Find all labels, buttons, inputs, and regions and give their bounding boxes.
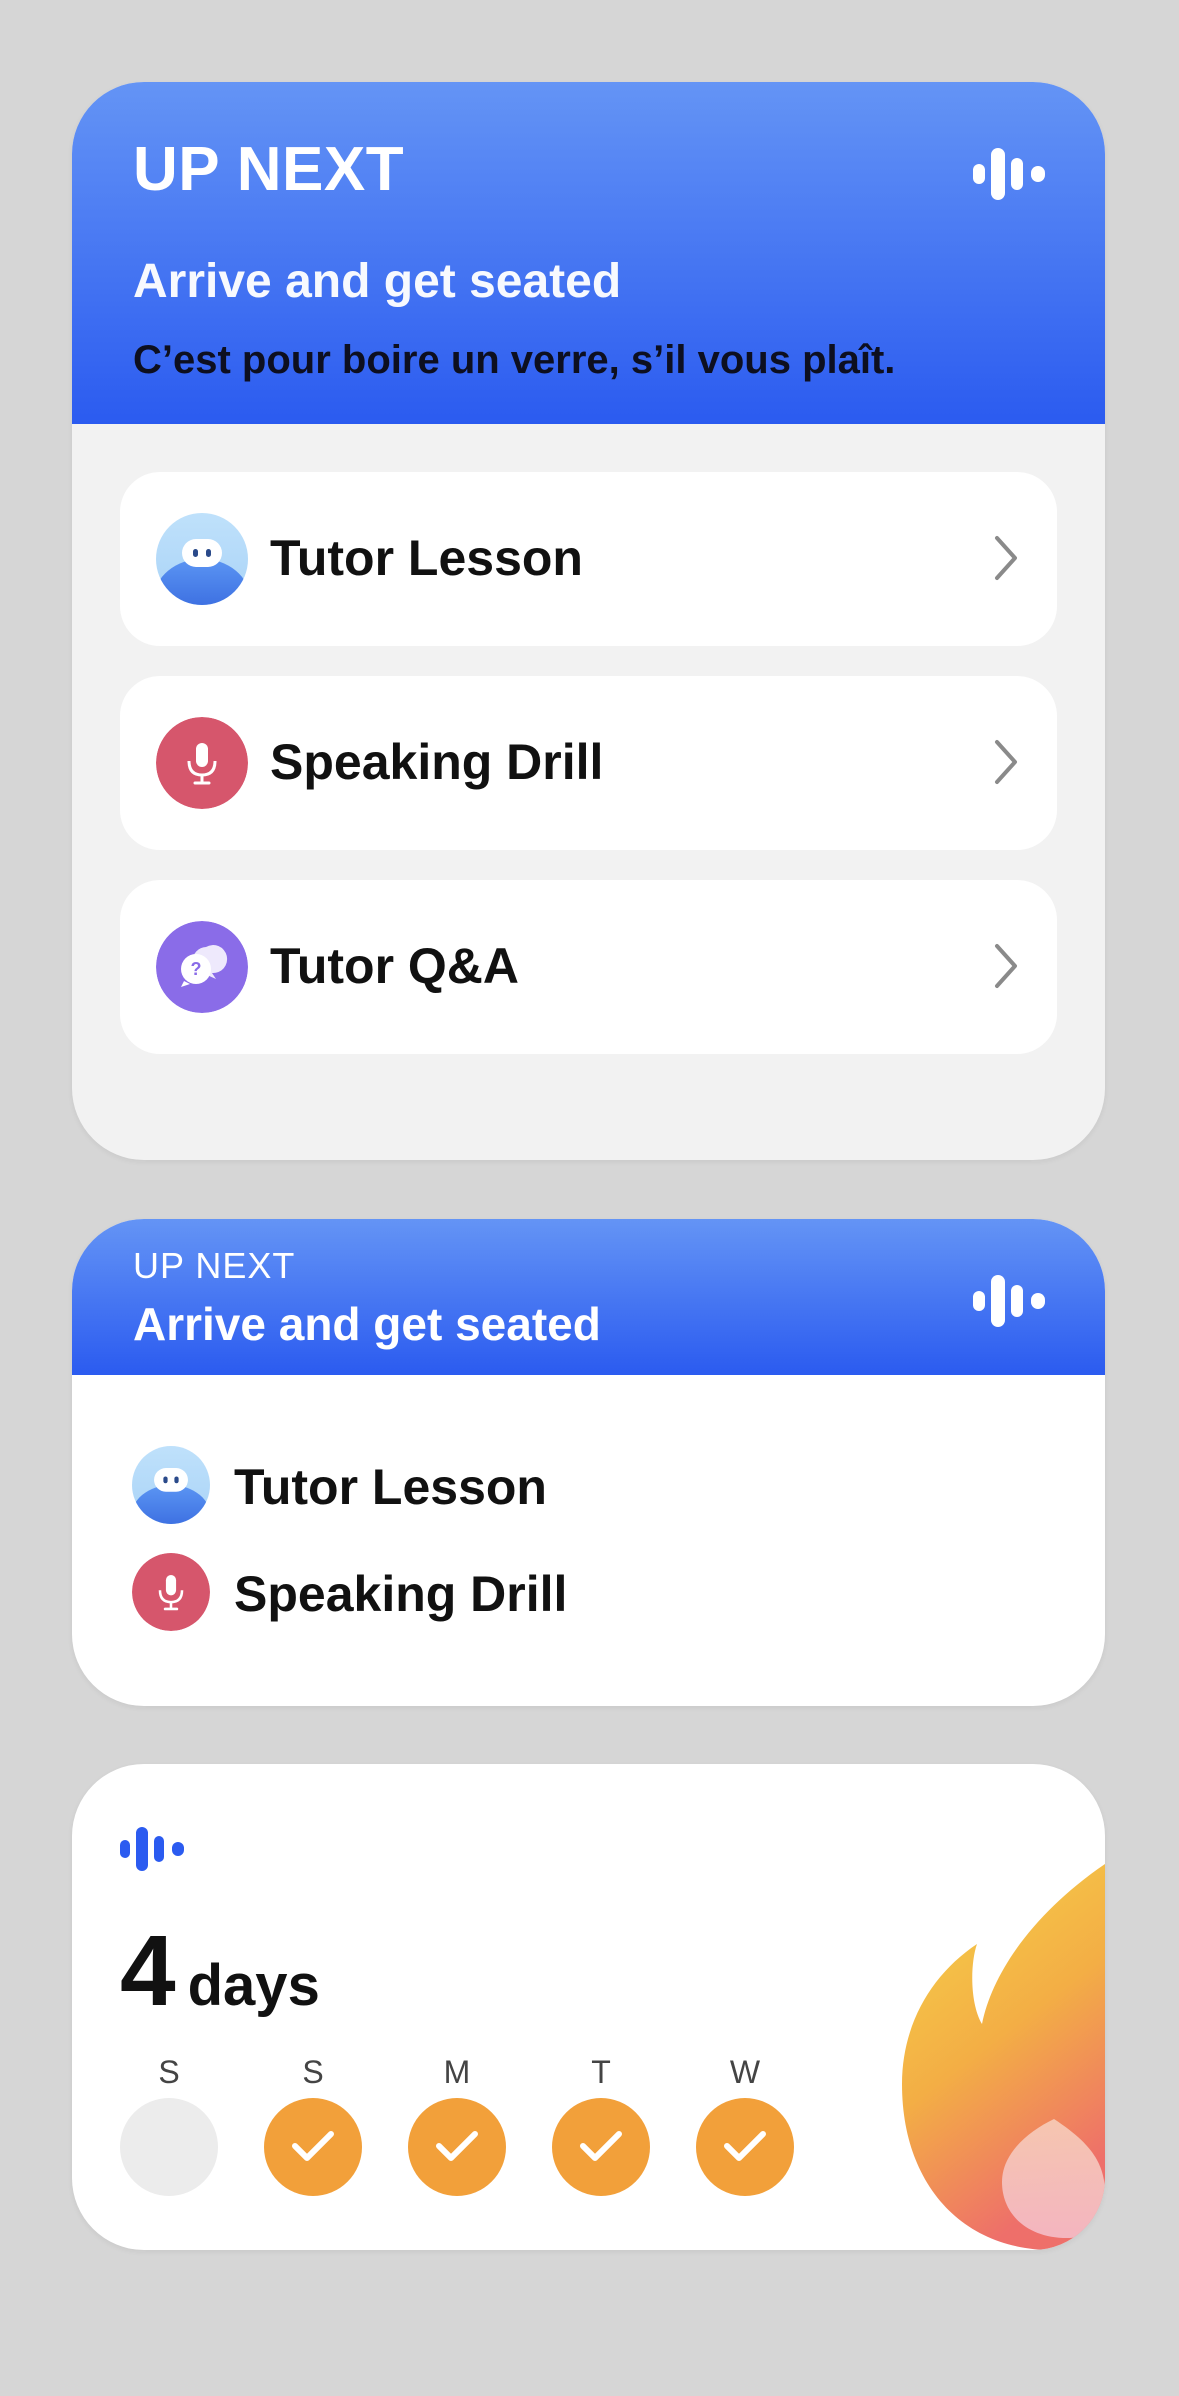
up-next-widget-large[interactable]: UP NEXT Arrive and get seated C’est pour… [72, 82, 1105, 1160]
up-next-label: UP NEXT [133, 135, 405, 204]
flame-icon [902, 1864, 1105, 2250]
streak-unit: days [187, 1953, 320, 2018]
day-letter: S [302, 2054, 324, 2090]
day-empty-circle [120, 2098, 218, 2196]
tutor-avatar-icon [156, 513, 248, 605]
day-indicator: M [408, 2054, 506, 2196]
chevron-right-icon [995, 944, 1017, 988]
speaking-drill-card[interactable]: Speaking Drill [120, 676, 1057, 850]
day-indicator: T [552, 2054, 650, 2196]
chevron-right-icon [995, 536, 1017, 580]
checkmark-icon [264, 2098, 362, 2196]
chat-question-icon: ? [156, 921, 248, 1013]
checkmark-icon [408, 2098, 506, 2196]
streak-widget[interactable]: 4 days S S M T W [72, 1764, 1105, 2250]
scene-title: Arrive and get seated [133, 1298, 601, 1350]
tutor-lesson-row[interactable]: Tutor Lesson [132, 1446, 832, 1526]
speaking-drill-row[interactable]: Speaking Drill [132, 1553, 832, 1633]
day-indicator: S [264, 2054, 362, 2196]
streak-count: 4 days [120, 1914, 320, 2029]
scene-title: Arrive and get seated [133, 255, 622, 308]
day-indicator: S [120, 2054, 218, 2196]
item-label: Tutor Lesson [270, 530, 583, 586]
microphone-icon [156, 717, 248, 809]
tutor-qa-card[interactable]: ? Tutor Q&A [120, 880, 1057, 1054]
up-next-widget-medium[interactable]: UP NEXT Arrive and get seated Tutor Less… [72, 1219, 1105, 1706]
up-next-label: UP NEXT [133, 1245, 296, 1286]
item-label: Speaking Drill [270, 734, 604, 790]
streak-number: 4 [120, 1915, 176, 2027]
chevron-right-icon [995, 740, 1017, 784]
scene-phrase: C’est pour boire un verre, s’il vous pla… [133, 338, 896, 382]
day-letter: M [443, 2054, 471, 2090]
checkmark-icon [552, 2098, 650, 2196]
tutor-lesson-card[interactable]: Tutor Lesson [120, 472, 1057, 646]
day-letter: S [158, 2054, 180, 2090]
waveform-logo-icon [973, 1275, 1045, 1327]
item-label: Tutor Lesson [234, 1459, 547, 1515]
item-label: Speaking Drill [234, 1566, 568, 1622]
item-label: Tutor Q&A [270, 938, 520, 994]
checkmark-icon [696, 2098, 794, 2196]
waveform-logo-icon [120, 1827, 184, 1871]
day-indicator: W [696, 2054, 794, 2196]
widget-header: UP NEXT Arrive and get seated [72, 1219, 1105, 1375]
microphone-icon [132, 1553, 210, 1631]
waveform-logo-icon [973, 148, 1045, 200]
day-letter: W [729, 2054, 761, 2090]
widget-header: UP NEXT Arrive and get seated C’est pour… [72, 82, 1105, 424]
svg-text:?: ? [191, 959, 202, 979]
tutor-avatar-icon [132, 1446, 210, 1524]
day-letter: T [591, 2054, 611, 2090]
